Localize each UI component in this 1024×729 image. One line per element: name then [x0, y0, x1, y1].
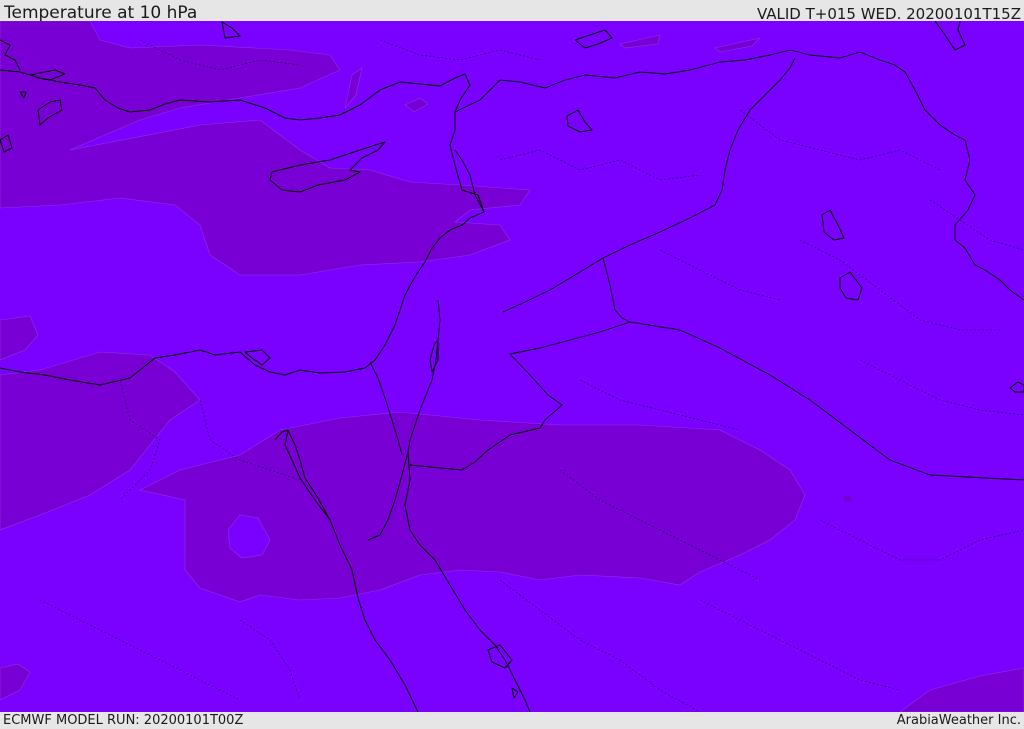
- map-header: Temperature at 10 hPa VALID T+015 WED. 2…: [0, 0, 1024, 23]
- model-run-label: ECMWF MODEL RUN: 20200101T00Z: [3, 713, 244, 728]
- credit-label: ArabiaWeather Inc.: [896, 713, 1021, 728]
- map-footer: ECMWF MODEL RUN: 20200101T00Z ArabiaWeat…: [0, 712, 1024, 729]
- temperature-map[interactable]: [0, 21, 1024, 712]
